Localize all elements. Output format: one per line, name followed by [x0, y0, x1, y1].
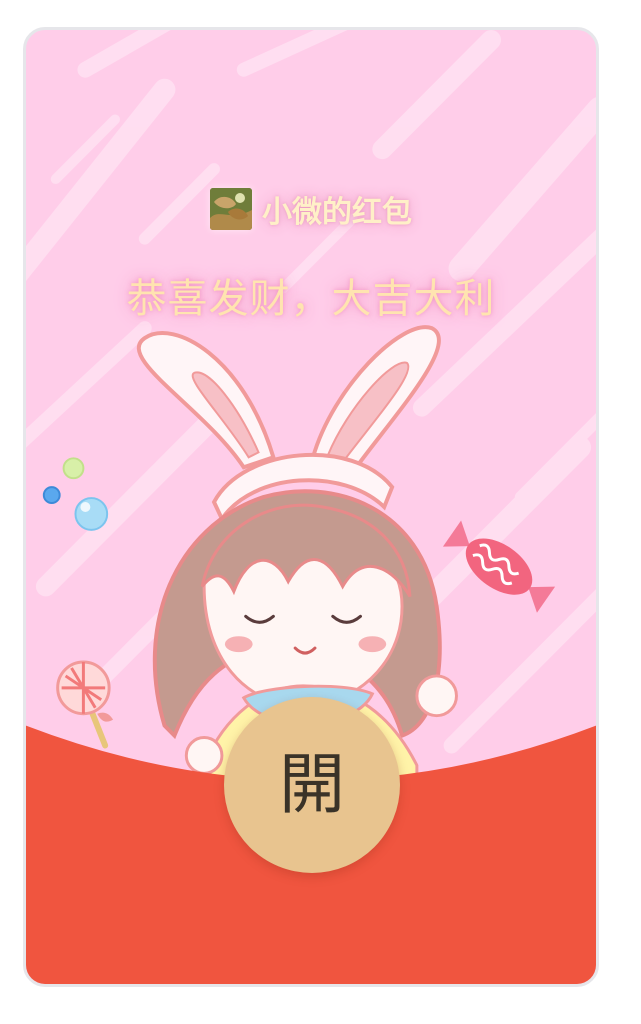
sender-avatar[interactable] — [210, 188, 252, 230]
open-button-label: 開 — [279, 746, 345, 823]
sender-name: 小微的红包 — [262, 195, 412, 230]
greeting-text: 恭喜发财，大吉大利 — [126, 276, 496, 322]
sender-row: 小微的红包 — [26, 187, 596, 231]
red-packet-card: 小微的红包 恭喜发财，大吉大利 開 — [23, 27, 599, 987]
open-button[interactable]: 開 — [224, 697, 400, 873]
